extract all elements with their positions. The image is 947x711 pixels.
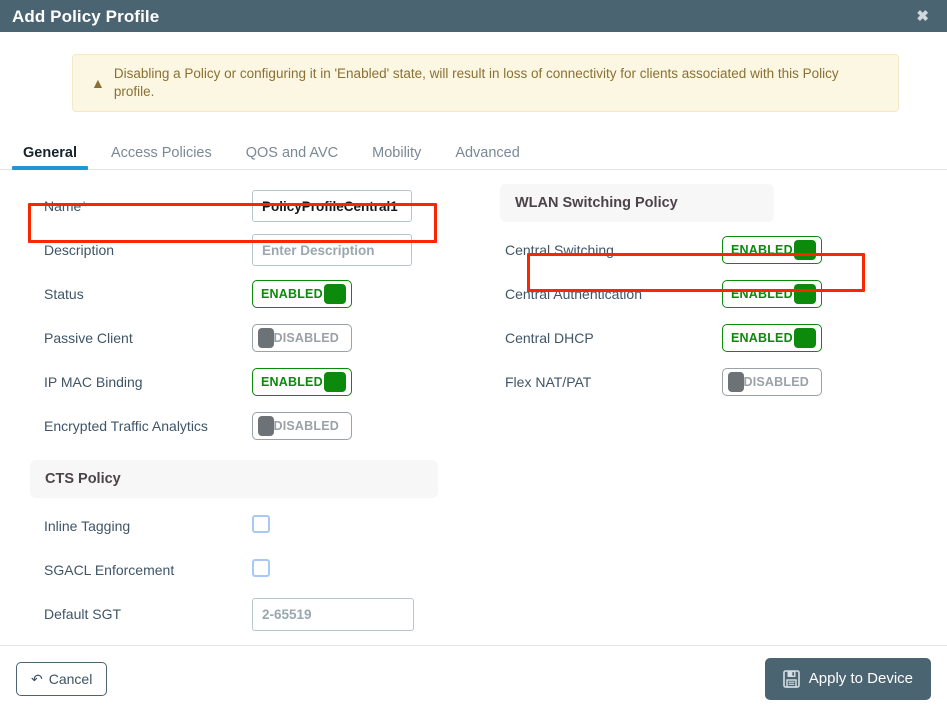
central-switching-toggle[interactable]: ENABLED xyxy=(722,236,822,264)
field-row-name: Name* xyxy=(30,184,438,228)
sgacl-enforcement-checkbox[interactable] xyxy=(252,558,270,577)
warning-triangle-icon: ▲ xyxy=(91,75,105,91)
central-authentication-toggle-label: ENABLED xyxy=(731,287,793,301)
toggle-knob-icon xyxy=(324,372,346,392)
label-central-dhcp: Central DHCP xyxy=(505,330,594,346)
control-central-authentication: ENABLED xyxy=(722,280,822,308)
cancel-button-label: Cancel xyxy=(48,670,93,687)
tab-bar: General Access Policies QOS and AVC Mobi… xyxy=(0,134,947,170)
close-icon[interactable]: ✖ xyxy=(912,7,933,26)
central-dhcp-toggle-label: ENABLED xyxy=(731,331,793,345)
field-row-encrypted-traffic-analytics: Encrypted Traffic Analytics DISABLED xyxy=(30,404,438,448)
name-input[interactable] xyxy=(252,190,412,222)
tab-general[interactable]: General xyxy=(12,145,88,170)
field-row-default-sgt: Default SGT xyxy=(30,592,438,636)
status-toggle[interactable]: ENABLED xyxy=(252,280,352,308)
toggle-knob-icon xyxy=(258,415,274,436)
flex-nat-pat-toggle[interactable]: DISABLED xyxy=(722,367,822,396)
central-authentication-toggle[interactable]: ENABLED xyxy=(722,280,822,308)
cts-policy-section-title: CTS Policy xyxy=(45,471,121,487)
add-policy-profile-dialog: Add Policy Profile ✖ ▲ Disabling a Polic… xyxy=(0,0,947,711)
encrypted-traffic-analytics-toggle-label: DISABLED xyxy=(273,418,339,433)
field-row-inline-tagging: Inline Tagging xyxy=(30,504,438,548)
toggle-knob-icon xyxy=(794,328,816,348)
label-default-sgt: Default SGT xyxy=(44,606,122,622)
control-default-sgt xyxy=(252,597,414,631)
control-central-dhcp: ENABLED xyxy=(722,324,822,352)
dialog-titlebar: Add Policy Profile ✖ xyxy=(0,0,947,32)
label-inline-tagging: Inline Tagging xyxy=(44,518,131,534)
label-description: Description xyxy=(44,242,115,258)
cancel-button[interactable]: ↷ Cancel xyxy=(16,661,108,696)
label-encrypted-traffic-analytics: Encrypted Traffic Analytics xyxy=(44,418,208,434)
apply-to-device-button[interactable]: Apply to Device xyxy=(764,657,931,700)
label-passive-client: Passive Client xyxy=(44,330,133,346)
label-flex-nat-pat: Flex NAT/PAT xyxy=(505,374,592,390)
undo-arrow-icon: ↷ xyxy=(31,670,43,687)
warning-banner: ▲ Disabling a Policy or configuring it i… xyxy=(72,54,899,112)
label-ip-mac-binding: IP MAC Binding xyxy=(44,374,143,390)
toggle-knob-icon xyxy=(794,284,816,304)
control-encrypted-traffic-analytics: DISABLED xyxy=(252,411,352,441)
control-flex-nat-pat: DISABLED xyxy=(722,367,822,397)
field-row-sgacl-enforcement: SGACL Enforcement xyxy=(30,548,438,592)
tab-mobility[interactable]: Mobility xyxy=(361,145,432,170)
control-passive-client: DISABLED xyxy=(252,323,352,353)
toggle-knob-icon xyxy=(258,327,274,348)
central-switching-toggle-label: ENABLED xyxy=(731,243,793,257)
warning-banner-text: Disabling a Policy or configuring it in … xyxy=(113,65,839,99)
control-ip-mac-binding: ENABLED xyxy=(252,368,352,396)
field-row-passive-client: Passive Client DISABLED xyxy=(30,316,438,360)
wlan-switching-policy-section-header: WLAN Switching Policy xyxy=(500,184,774,222)
toggle-knob-icon xyxy=(794,240,816,260)
field-row-central-authentication: Central Authentication ENABLED xyxy=(500,272,830,316)
passive-client-toggle-label: DISABLED xyxy=(273,330,339,345)
apply-to-device-label: Apply to Device xyxy=(808,670,913,687)
field-row-central-switching: Central Switching ENABLED xyxy=(500,228,830,272)
field-row-description: Description xyxy=(30,228,438,272)
label-status: Status xyxy=(44,286,84,302)
label-sgacl-enforcement: SGACL Enforcement xyxy=(44,562,175,578)
right-column: WLAN Switching Policy Central Switching … xyxy=(500,184,900,636)
flex-nat-pat-toggle-label: DISABLED xyxy=(743,374,809,389)
general-tab-content: Name* Description Status ENABLED xyxy=(0,170,947,636)
tab-qos-and-avc[interactable]: QOS and AVC xyxy=(235,145,349,170)
label-name: Name* xyxy=(44,198,87,214)
dialog-title: Add Policy Profile xyxy=(12,6,160,26)
tab-advanced[interactable]: Advanced xyxy=(444,145,531,170)
label-central-switching: Central Switching xyxy=(505,242,614,258)
status-toggle-label: ENABLED xyxy=(261,287,323,301)
control-sgacl-enforcement xyxy=(252,558,270,582)
control-name xyxy=(252,190,412,222)
cts-policy-section-header: CTS Policy xyxy=(30,460,438,498)
ip-mac-binding-toggle-label: ENABLED xyxy=(261,375,323,389)
field-row-ip-mac-binding: IP MAC Binding ENABLED xyxy=(30,360,438,404)
control-status: ENABLED xyxy=(252,280,352,308)
central-dhcp-toggle[interactable]: ENABLED xyxy=(722,324,822,352)
default-sgt-input[interactable] xyxy=(252,597,414,631)
save-disk-icon xyxy=(782,669,800,688)
field-row-central-dhcp: Central DHCP ENABLED xyxy=(500,316,830,360)
wlan-switching-policy-section-title: WLAN Switching Policy xyxy=(515,195,678,211)
control-inline-tagging xyxy=(252,514,270,538)
ip-mac-binding-toggle[interactable]: ENABLED xyxy=(252,368,352,396)
label-central-authentication: Central Authentication xyxy=(505,286,642,302)
toggle-knob-icon xyxy=(728,371,744,392)
dialog-body: ▲ Disabling a Policy or configuring it i… xyxy=(0,32,947,645)
inline-tagging-checkbox[interactable] xyxy=(252,514,270,533)
toggle-knob-icon xyxy=(324,284,346,304)
description-input[interactable] xyxy=(252,234,412,266)
control-description xyxy=(252,234,412,266)
dialog-footer: ↷ Cancel Apply to Device xyxy=(0,645,947,711)
tab-access-policies[interactable]: Access Policies xyxy=(100,145,223,170)
field-row-status: Status ENABLED xyxy=(30,272,438,316)
encrypted-traffic-analytics-toggle[interactable]: DISABLED xyxy=(252,411,352,440)
left-column: Name* Description Status ENABLED xyxy=(0,184,500,636)
control-central-switching: ENABLED xyxy=(722,236,822,264)
field-row-flex-nat-pat: Flex NAT/PAT DISABLED xyxy=(500,360,830,404)
passive-client-toggle[interactable]: DISABLED xyxy=(252,323,352,352)
